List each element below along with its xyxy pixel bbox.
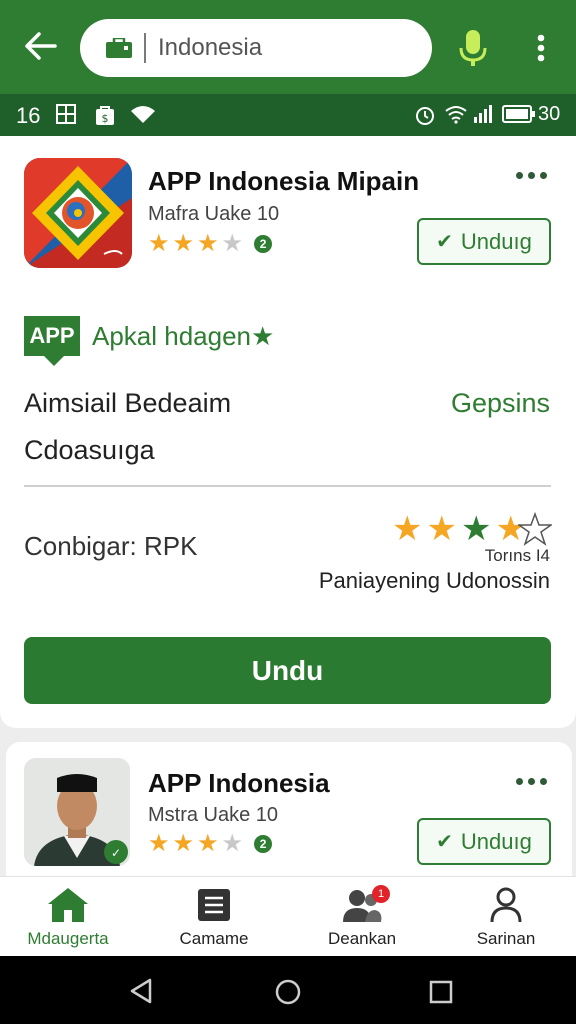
info-label-1: Aimsiail Bedeaim	[24, 388, 232, 418]
app-tag-text: Apkal hdagen★	[92, 320, 275, 351]
star-icon: ★	[392, 510, 423, 548]
system-home-icon[interactable]	[274, 978, 302, 1006]
battery-level: 30	[538, 103, 561, 125]
app-tag-badge: APP	[24, 316, 80, 366]
app-category-tag: APP Apkal hdagen★	[24, 316, 275, 366]
nav-label: Deankan	[327, 929, 397, 948]
star-icon: ★	[172, 830, 195, 857]
shopping-bag-icon: $	[96, 106, 114, 125]
cell-signal-icon	[474, 105, 492, 123]
status-time: 16	[16, 103, 41, 128]
star-icon: ★	[460, 510, 492, 548]
star-icon: ★	[426, 510, 457, 548]
verified-badge: 2	[254, 235, 273, 253]
notification-badge: 1	[372, 885, 390, 903]
rating-stars: ★ ★ ★ ★ 2	[148, 830, 273, 857]
star-icon: ★	[148, 230, 170, 257]
search-query[interactable]: Indonesia	[158, 34, 262, 62]
rating-subtext: Paniayening Udonossin	[318, 568, 550, 593]
search-field[interactable]: Indonesia	[80, 19, 432, 77]
store-bag-icon	[106, 38, 132, 58]
nav-item-home[interactable]: Mdaugerta	[8, 885, 128, 949]
status-bar: 16 $ 30	[0, 94, 576, 136]
app-developer: Mafra Uake 10	[148, 203, 280, 225]
top-app-bar: Indonesia	[0, 0, 576, 94]
document-icon	[154, 885, 274, 925]
nav-item-profile[interactable]: Sarinan	[446, 885, 566, 949]
install-button-label: Unduıg	[460, 228, 532, 254]
star-icon: ★	[172, 230, 195, 257]
bottom-navigation: Mdaugerta Camame 1 Deankan Sarinan	[0, 876, 576, 956]
check-icon: ✔	[436, 831, 453, 853]
star-icon: ★	[197, 230, 219, 257]
nav-label: Camame	[179, 929, 249, 948]
rating-caption: Torıns I4	[484, 546, 550, 565]
more-options-icon[interactable]	[516, 172, 547, 179]
check-icon: ✔	[436, 231, 453, 253]
home-icon	[8, 885, 128, 925]
app-card-secondary[interactable]: ✓ APP Indonesia Mstra Uake 10 ★ ★ ★ ★ 2 …	[6, 742, 572, 882]
install-button-label: Unduıg	[460, 828, 532, 854]
app-title[interactable]: APP Indonesia	[148, 768, 330, 799]
wifi-signal-icon	[445, 106, 467, 124]
divider	[24, 485, 551, 487]
app-title[interactable]: APP Indonesia Mipain	[148, 166, 419, 197]
system-recents-icon[interactable]	[429, 980, 453, 1004]
back-arrow-icon[interactable]	[20, 26, 60, 66]
star-icon: ★	[148, 830, 170, 857]
verified-badge: 2	[254, 835, 273, 853]
microphone-icon[interactable]	[456, 28, 490, 68]
system-nav-bar	[0, 956, 576, 1024]
info-link[interactable]: Gepsins	[451, 388, 550, 419]
people-icon: 1	[302, 885, 422, 925]
nav-item-catalog[interactable]: Camame	[154, 885, 274, 949]
star-outline-icon	[518, 512, 552, 546]
gallery-icon	[56, 104, 76, 124]
nav-label: Mdaugerta	[27, 929, 109, 948]
svg-text:$: $	[102, 112, 109, 125]
svg-text:✓: ✓	[111, 846, 121, 860]
wifi-icon	[131, 106, 155, 123]
person-icon	[446, 885, 566, 925]
info-label-2: Cdoasuıga	[24, 435, 155, 465]
install-button[interactable]: ✔ Unduıg	[417, 818, 551, 865]
config-label: Conbigar: RPK	[24, 531, 198, 561]
app-logo-icon[interactable]	[24, 158, 132, 268]
battery-icon	[502, 105, 535, 123]
rating-stars-large: ★ ★ ★ ★	[392, 512, 526, 546]
star-icon: ★	[197, 830, 219, 857]
app-developer: Mstra Uake 10	[148, 804, 279, 826]
alarm-icon	[416, 107, 434, 125]
app-card-primary[interactable]: APP Indonesia Mipain Mafra Uake 10 ★ ★ ★…	[0, 136, 576, 728]
download-button[interactable]: Undu	[24, 637, 551, 704]
nav-item-friends[interactable]: 1 Deankan	[302, 885, 422, 949]
star-empty-icon: ★	[221, 230, 244, 257]
system-back-icon[interactable]	[128, 978, 154, 1004]
more-vert-icon[interactable]	[530, 28, 552, 68]
search-separator	[144, 33, 146, 63]
rating-stars: ★ ★ ★ ★ 2	[148, 230, 273, 257]
star-empty-icon: ★	[221, 830, 244, 857]
developer-avatar[interactable]: ✓	[24, 758, 130, 866]
install-button[interactable]: ✔ Unduıg	[417, 218, 551, 265]
nav-label: Sarinan	[476, 929, 536, 948]
more-options-icon[interactable]	[516, 778, 547, 785]
